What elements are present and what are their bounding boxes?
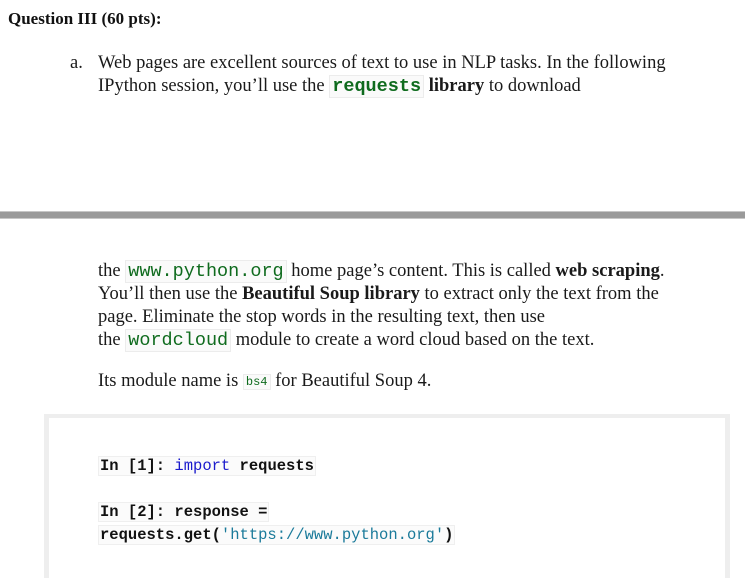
paragraph-scraping: the www.python.org home page’s content. … bbox=[98, 260, 665, 352]
question-title: Question III (60 pts): bbox=[8, 9, 162, 28]
url-code: www.python.org bbox=[125, 260, 287, 283]
bs4-code: bs4 bbox=[242, 374, 271, 390]
text: the bbox=[98, 261, 126, 281]
para2-line4: the wordcloud module to create a word cl… bbox=[98, 329, 665, 352]
prompt: In [1]: bbox=[100, 457, 175, 475]
beautiful-soup-bold: Beautiful Soup library bbox=[242, 284, 420, 304]
text: You’ll then use the bbox=[98, 284, 243, 304]
web-scraping-bold: web scraping bbox=[555, 261, 660, 281]
para1-text: IPython session, you’ll use the bbox=[98, 76, 330, 96]
para1-text-end: to download bbox=[484, 76, 581, 96]
para1-line2: IPython session, you’ll use the requests… bbox=[98, 75, 666, 98]
code-line-1: In [1]: import requests bbox=[98, 456, 316, 476]
wordcloud-code: wordcloud bbox=[125, 329, 232, 352]
page-break-divider bbox=[0, 211, 745, 219]
import-keyword: import bbox=[174, 457, 231, 475]
paragraph-module-name: Its module name is bs4 for Beautiful Sou… bbox=[98, 370, 431, 394]
para2-line1: the www.python.org home page’s content. … bbox=[98, 260, 665, 283]
url-string: 'https://www.python.org' bbox=[220, 526, 445, 544]
requests-code: requests bbox=[329, 75, 425, 98]
paragraph-intro: Web pages are excellent sources of text … bbox=[98, 52, 666, 98]
library-bold: library bbox=[424, 76, 485, 96]
para2-line3: page. Eliminate the stop words in the re… bbox=[98, 307, 545, 327]
code-line-2: In [2]: response = bbox=[98, 502, 270, 522]
para2-line2: You’ll then use the Beautiful Soup libra… bbox=[98, 283, 665, 306]
code-block bbox=[44, 414, 730, 578]
code-text: requests bbox=[230, 457, 314, 475]
prompt: In [2]: bbox=[100, 503, 175, 521]
text: to extract only the text from the bbox=[419, 284, 659, 304]
text: module to create a word cloud based on t… bbox=[231, 330, 595, 350]
text: the bbox=[98, 330, 126, 350]
code-text: requests.get( bbox=[100, 526, 221, 544]
text: home page’s content. This is called bbox=[286, 261, 556, 281]
code-line-3: requests.get('https://www.python.org') bbox=[98, 525, 456, 545]
text: . bbox=[659, 261, 665, 281]
para1-line1: Web pages are excellent sources of text … bbox=[98, 53, 666, 73]
code-text: response = bbox=[174, 503, 268, 521]
list-marker: a. bbox=[70, 53, 83, 73]
text: for Beautiful Soup 4. bbox=[270, 371, 432, 391]
code-text: ) bbox=[444, 526, 454, 544]
text: Its module name is bbox=[98, 371, 243, 391]
